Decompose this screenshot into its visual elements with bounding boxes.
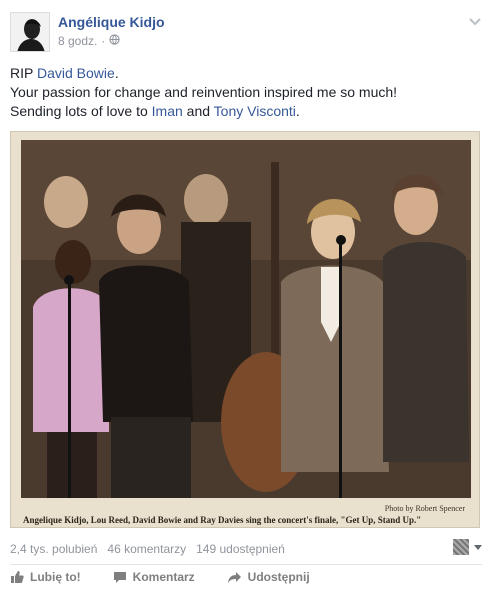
like-button[interactable]: Lubię to!	[10, 570, 81, 584]
link-david-bowie[interactable]: David Bowie	[37, 65, 115, 81]
comment-button[interactable]: Komentarz	[113, 570, 195, 584]
author-name[interactable]: Angélique Kidjo	[58, 14, 165, 30]
caret-down-icon	[474, 544, 482, 550]
share-label: Udostępnij	[247, 570, 310, 584]
share-arrow-icon	[227, 571, 241, 583]
share-button[interactable]: Udostępnij	[227, 570, 310, 584]
post-text-line-2: Your passion for change and reinvention …	[10, 84, 398, 100]
chevron-down-icon[interactable]	[468, 14, 482, 26]
post-as-picker[interactable]	[453, 539, 482, 555]
link-iman[interactable]: Iman	[152, 103, 183, 119]
divider	[10, 564, 482, 565]
post-text: RIP David Bowie. Your passion for change…	[10, 64, 480, 121]
post-text-line-3: Sending lots of love to Iman and Tony Vi…	[10, 102, 480, 121]
post-photo[interactable]: Photo by Robert Spencer Angelique Kidjo,…	[10, 131, 480, 528]
globe-icon[interactable]	[109, 34, 121, 48]
page-avatar-icon	[453, 539, 469, 555]
comment-label: Komentarz	[132, 570, 195, 584]
text-fragment: RIP	[10, 65, 37, 81]
post-text-line-1: RIP David Bowie.	[10, 64, 480, 83]
meta-separator: ·	[101, 34, 106, 48]
comments-count[interactable]: 46 komentarzy	[107, 542, 186, 556]
photo-caption: Angelique Kidjo, Lou Reed, David Bowie a…	[23, 515, 422, 525]
photo-credit: Photo by Robert Spencer	[384, 504, 465, 513]
likes-count[interactable]: 2,4 tys. polubień	[10, 542, 97, 556]
facebook-post: Angélique Kidjo 8 godz. · RIP David Bowi…	[0, 0, 494, 592]
like-label: Lubię to!	[30, 570, 81, 584]
text-fragment: .	[295, 103, 300, 119]
text-fragment: Sending lots of love to	[10, 103, 152, 119]
avatar[interactable]	[10, 12, 50, 52]
post-timestamp[interactable]: 8 godz.	[58, 34, 97, 48]
post-meta: 8 godz. ·	[58, 34, 121, 48]
comment-icon	[113, 571, 126, 583]
photo-illustration	[11, 132, 479, 527]
engagement-stats: 2,4 tys. polubień 46 komentarzy 149 udos…	[10, 542, 285, 556]
text-fragment: .	[114, 65, 119, 81]
text-fragment: and	[182, 103, 214, 119]
thumbs-up-icon	[11, 571, 24, 583]
shares-count[interactable]: 149 udostępnień	[196, 542, 285, 556]
link-tony-visconti[interactable]: Tony Visconti	[214, 103, 296, 119]
action-bar: Lubię to! Komentarz Udostępnij	[10, 570, 342, 584]
